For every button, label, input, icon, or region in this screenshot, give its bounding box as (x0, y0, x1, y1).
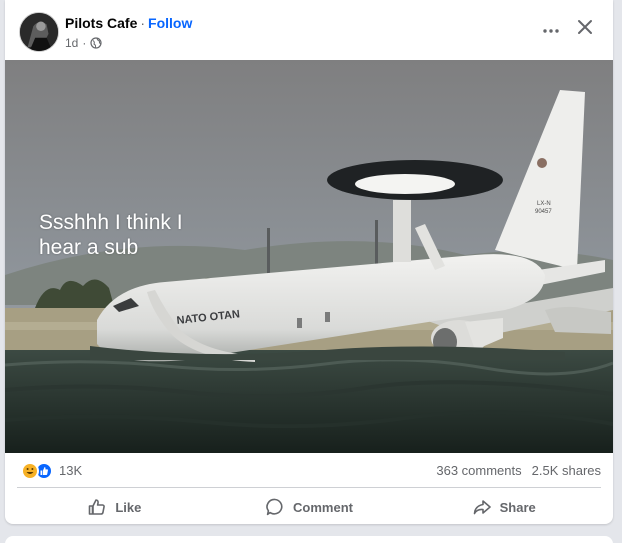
post-image[interactable]: NATO OTAN LX-N 90457 Ssshhh I think I he… (5, 60, 613, 453)
like-button[interactable]: Like (17, 490, 212, 524)
follow-button[interactable]: Follow (148, 15, 192, 31)
caption-line-2: hear a sub (39, 236, 139, 259)
comments-count-link[interactable]: 363 comments (436, 462, 521, 480)
comment-button[interactable]: Comment (212, 490, 407, 524)
post-timestamp[interactable]: 1d (65, 35, 78, 51)
share-button[interactable]: Share (406, 490, 601, 524)
reaction-count: 13K (59, 463, 83, 478)
close-post-button[interactable] (570, 14, 600, 44)
share-label: Share (499, 499, 536, 515)
globe-icon (90, 37, 102, 49)
meta-separator: · (82, 36, 87, 50)
page-name-link[interactable]: Pilots Cafe (65, 15, 137, 31)
more-horizontal-icon (543, 20, 559, 38)
reactions-summary[interactable]: 13K (21, 462, 82, 480)
post-author-line: Pilots Cafe · Follow (65, 14, 192, 32)
page-avatar[interactable] (19, 12, 59, 52)
image-caption: Ssshhh I think I hear a sub (39, 210, 259, 260)
shares-count-link[interactable]: 2.5K shares (532, 462, 601, 480)
avatar-image (20, 13, 58, 51)
share-icon (472, 497, 492, 517)
tail-marking-1: LX-N (537, 201, 551, 207)
post-meta: 1d · (65, 35, 102, 51)
post-card: Pilots Cafe · Follow 1d · NATO OTAN LX-N… (5, 0, 613, 524)
close-icon (577, 19, 593, 40)
more-options-button[interactable] (533, 14, 569, 44)
post-header: Pilots Cafe · Follow 1d · (5, 0, 613, 60)
post-actions: Like Comment Share (17, 490, 601, 524)
like-label: Like (115, 499, 142, 515)
next-post-card (5, 536, 613, 543)
comment-label: Comment (293, 499, 353, 515)
thumbs-up-icon (87, 497, 107, 517)
name-separator: · (140, 15, 146, 31)
tail-marking-2: 90457 (535, 209, 552, 215)
post-stats: 13K 363 comments 2.5K shares (5, 453, 613, 487)
haha-icon (21, 462, 39, 480)
actions-divider (17, 487, 601, 488)
caption-line-1: Ssshhh I think I (39, 211, 183, 234)
comment-icon (265, 497, 285, 517)
engagement-counts: 363 comments 2.5K shares (436, 462, 601, 480)
